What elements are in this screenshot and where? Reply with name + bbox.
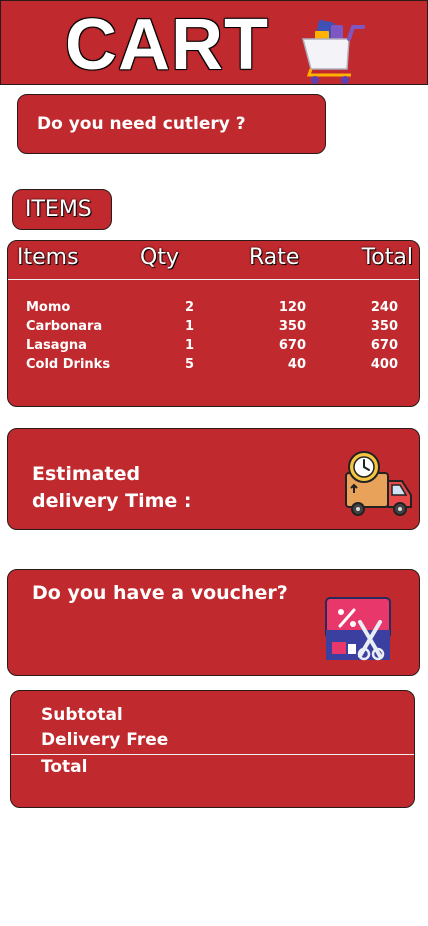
table-divider (8, 279, 419, 280)
items-tag-label: ITEMS (25, 197, 92, 222)
item-rate: 120 (278, 300, 306, 315)
summary-divider (11, 754, 414, 755)
item-qty: 2 (184, 300, 194, 315)
cutlery-option-button[interactable]: Do you need cutlery ? (17, 94, 326, 154)
total-label: Total (41, 757, 88, 777)
item-total: 240 (370, 300, 398, 315)
item-total: 670 (370, 338, 398, 353)
shopping-cart-icon (302, 19, 365, 84)
subtotal-label: Subtotal (41, 705, 123, 725)
column-header-qty: Qty (140, 245, 179, 270)
table-row: Momo 2 120 240 (8, 300, 419, 319)
voucher-ticket-icon (325, 597, 391, 661)
column-header-items: Items (17, 245, 79, 270)
delivery-time-label: Estimated delivery Time : (32, 463, 192, 512)
item-qty: 1 (184, 338, 194, 353)
items-section-tag: ITEMS (12, 189, 112, 230)
item-rate: 350 (278, 319, 306, 334)
item-rate: 40 (287, 357, 306, 372)
column-header-rate: Rate (249, 245, 300, 270)
column-header-total: Total (361, 245, 413, 270)
item-name: Momo (26, 300, 71, 315)
item-name: Carbonara (26, 319, 103, 334)
item-total: 400 (370, 357, 398, 372)
item-name: Lasagna (26, 338, 87, 353)
item-rate: 670 (278, 338, 306, 353)
delivery-time-card: Estimated delivery Time : (7, 428, 420, 530)
table-row: Cold Drinks 5 40 400 (8, 357, 419, 376)
item-total: 350 (370, 319, 398, 334)
delivery-truck-icon (345, 451, 412, 516)
order-summary-card: Subtotal Delivery Free Total (10, 690, 415, 808)
page-title: CART (65, 5, 269, 85)
item-name: Cold Drinks (26, 357, 111, 372)
table-row: Lasagna 1 670 670 (8, 338, 419, 357)
delivery-fee-label: Delivery Free (41, 730, 169, 750)
item-qty: 1 (184, 319, 194, 334)
items-table: Items Qty Rate Total Momo 2 120 240 Carb… (7, 240, 420, 407)
cart-header: CART (0, 0, 428, 85)
voucher-label: Do you have a voucher? (32, 582, 288, 604)
voucher-card[interactable]: Do you have a voucher? (7, 569, 420, 676)
item-qty: 5 (184, 357, 194, 372)
table-row: Carbonara 1 350 350 (8, 319, 419, 338)
cutlery-label: Do you need cutlery ? (37, 114, 246, 134)
